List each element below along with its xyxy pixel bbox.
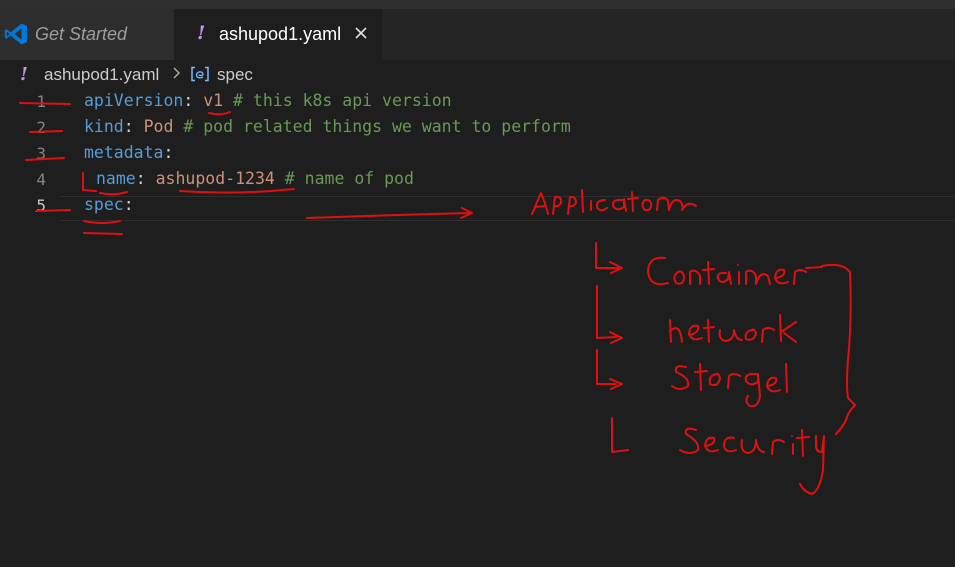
yaml-key: apiVersion bbox=[84, 91, 184, 110]
yaml-value: Pod bbox=[143, 117, 174, 136]
tab-bar: Get Started ! ashupod1.yaml bbox=[0, 9, 955, 60]
line-content: name: ashupod-1234 # name of pod bbox=[96, 169, 414, 188]
code-line[interactable]: 4 name: ashupod-1234 # name of pod bbox=[0, 168, 955, 194]
window-title-strip bbox=[0, 0, 955, 9]
line-content: kind: Pod # pod related things we want t… bbox=[84, 117, 571, 136]
yaml-file-icon: ! bbox=[20, 64, 28, 85]
code-line[interactable]: 2 kind: Pod # pod related things we want… bbox=[0, 116, 955, 142]
yaml-separator: : bbox=[135, 169, 156, 188]
line-number: 1 bbox=[36, 92, 46, 111]
yaml-key: spec bbox=[84, 195, 124, 214]
yaml-key: name bbox=[96, 169, 136, 188]
breadcrumb-file[interactable]: ashupod1.yaml bbox=[44, 65, 159, 85]
yaml-comment: # this k8s api version bbox=[223, 91, 452, 110]
yaml-comment: # name of pod bbox=[274, 169, 414, 188]
yaml-value: ashupod-1234 bbox=[155, 169, 275, 188]
code-editor[interactable]: 1 apiVersion: v1 # this k8s api version … bbox=[0, 90, 955, 567]
yaml-separator: : bbox=[183, 91, 204, 110]
yaml-comment: # pod related things we want to perform bbox=[173, 117, 571, 136]
line-number: 4 bbox=[36, 170, 46, 189]
code-line[interactable]: 1 apiVersion: v1 # this k8s api version bbox=[0, 90, 955, 116]
line-content: spec: bbox=[84, 195, 134, 214]
line-number: 5 bbox=[36, 196, 46, 215]
vscode-logo-icon bbox=[4, 23, 28, 45]
breadcrumb-symbol[interactable]: spec bbox=[217, 65, 253, 85]
tab-label: ashupod1.yaml bbox=[219, 24, 342, 44]
tab-get-started[interactable]: Get Started bbox=[0, 9, 174, 60]
symbol-object-icon bbox=[191, 66, 209, 82]
yaml-value: v1 bbox=[203, 91, 224, 110]
yaml-file-icon: ! bbox=[197, 22, 206, 44]
line-number: 2 bbox=[36, 118, 46, 137]
chevron-right-icon bbox=[173, 67, 180, 79]
close-icon[interactable] bbox=[354, 26, 368, 40]
yaml-separator: : bbox=[123, 117, 144, 136]
tab-label: Get Started bbox=[35, 24, 128, 44]
yaml-separator: : bbox=[163, 143, 174, 162]
code-line[interactable]: 5 spec: bbox=[0, 194, 955, 220]
breadcrumb: ! ashupod1.yaml spec bbox=[0, 60, 955, 90]
line-content: apiVersion: v1 # this k8s api version bbox=[84, 91, 452, 110]
code-line[interactable]: 3 metadata: bbox=[0, 142, 955, 168]
line-content: metadata: bbox=[84, 143, 173, 162]
line-number: 3 bbox=[36, 144, 46, 163]
yaml-separator: : bbox=[123, 195, 134, 214]
yaml-key: metadata bbox=[84, 143, 164, 162]
yaml-key: kind bbox=[84, 117, 124, 136]
tab-ashupod1-yaml[interactable]: ! ashupod1.yaml bbox=[174, 9, 382, 60]
